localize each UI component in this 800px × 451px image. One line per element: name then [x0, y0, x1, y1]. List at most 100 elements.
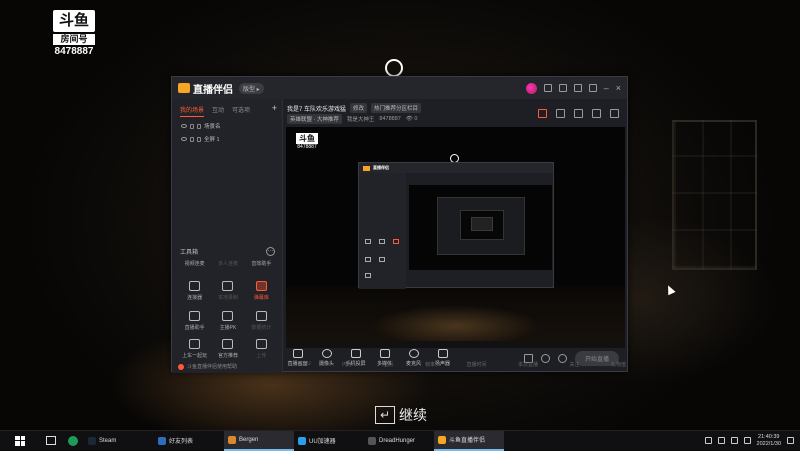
- taskbar-item-douyu[interactable]: 斗鱼直播伴侣: [434, 430, 504, 451]
- tray-volume-icon[interactable]: [743, 437, 751, 444]
- image-icon: [189, 281, 201, 291]
- scene-sidebar: 我的场景 互动 可选项 + 场景名 全屏 1 工具箱 ··· 视频连麦 多人连麦…: [172, 99, 283, 373]
- tool-label: 本地录制: [217, 295, 238, 301]
- bell-icon[interactable]: [592, 109, 601, 118]
- stream-status-bar: CPU 内存 上行 帧率 直播时间 本次直播 关注 礼物值: [300, 361, 626, 371]
- game-category[interactable]: 英雄联盟 · 大神推荐: [287, 114, 342, 124]
- tool-label: 上车一起玩: [182, 353, 208, 359]
- taskbar-item-friends[interactable]: 好友列表: [154, 431, 224, 451]
- close-icon[interactable]: ×: [616, 84, 621, 93]
- layout-icon[interactable]: [574, 109, 583, 118]
- taskbar-item-bergen[interactable]: Bergen: [224, 430, 294, 451]
- taskbar-item-dreadhunger[interactable]: DreadHunger: [364, 431, 434, 451]
- tool-video-link[interactable]: 视频连麦: [178, 260, 211, 267]
- tool-official[interactable]: 官方推荐: [211, 339, 244, 359]
- tool-label: 数据统计: [251, 325, 272, 331]
- download-icon: [255, 339, 267, 349]
- eye-icon[interactable]: [181, 124, 187, 128]
- continue-prompt[interactable]: ↵ 继续: [375, 405, 427, 425]
- source-item[interactable]: 全屏 1: [172, 130, 282, 143]
- tool-danmaku[interactable]: 弹幕库: [245, 281, 278, 301]
- clock[interactable]: 21:40:39 2022/1/30: [757, 434, 781, 448]
- download-icon: [222, 281, 234, 291]
- lock-icon[interactable]: [190, 123, 194, 129]
- preview-scene: [286, 286, 625, 348]
- windows-logo-icon: [15, 435, 25, 446]
- source-name: 场景名: [204, 124, 221, 130]
- viewer-count: 👁 0: [405, 116, 418, 122]
- gift-box-icon[interactable]: [538, 109, 547, 118]
- gift-icon[interactable]: [558, 84, 567, 92]
- stream-preview[interactable]: 斗鱼 8478887 直播伴侣: [286, 127, 625, 348]
- webcam-icon: [321, 349, 332, 358]
- nested-preview-inner: [460, 210, 504, 240]
- lock-icon[interactable]: [190, 136, 194, 142]
- tool-local-record[interactable]: 本地录制: [211, 281, 244, 301]
- tool-stats[interactable]: 数据统计: [245, 311, 278, 331]
- tool-row: 连接器 本地录制 弹幕库: [178, 281, 278, 301]
- tool-row: 直播助手 主播PK 数据统计: [178, 311, 278, 331]
- clock-date: 2022/1/30: [756, 440, 781, 447]
- streamer-name: 我是大神王: [346, 117, 375, 123]
- steam-icon: [88, 436, 96, 445]
- notification-icon[interactable]: [787, 437, 794, 444]
- tab-interact[interactable]: 互动: [212, 105, 224, 117]
- eye-icon[interactable]: [181, 137, 187, 141]
- tray-network-icon[interactable]: [730, 437, 738, 444]
- speaker-icon: [437, 349, 448, 358]
- share-icon[interactable]: [610, 109, 619, 118]
- status-live-time: 直播时间: [466, 362, 487, 368]
- status-follow: 关注: [569, 362, 580, 368]
- minimize-icon[interactable]: –: [604, 84, 609, 93]
- microphone-icon: [408, 349, 419, 358]
- status-cpu: CPU: [300, 361, 311, 367]
- phone-icon: [350, 349, 361, 358]
- streaming-app-window[interactable]: 直播伴侣 版型 ▸ – × 我的场景 互动 可选项 + 场景名 全屏 1 工具箱…: [171, 76, 628, 373]
- tool-upload[interactable]: 上传: [245, 339, 278, 359]
- tool-multi-link[interactable]: 多人连麦: [211, 260, 244, 267]
- tray-app-icon[interactable]: [717, 437, 725, 444]
- app-titlebar[interactable]: 直播伴侣 版型 ▸ – ×: [172, 77, 627, 99]
- tool-label: 官方推荐: [217, 353, 238, 359]
- room-number: 8478887: [379, 116, 401, 122]
- help-link[interactable]: 斗鱼直播伴侣使用帮助: [178, 363, 237, 370]
- pinned-app-button[interactable]: [62, 435, 84, 446]
- task-view-button[interactable]: [40, 436, 62, 445]
- status-fps: 帧率: [425, 362, 436, 368]
- category-pill[interactable]: 热门推荐分区栏目: [371, 103, 422, 113]
- more-tools-icon[interactable]: ···: [266, 247, 275, 256]
- scissors-icon: [222, 339, 234, 349]
- nested-sidebar: [359, 173, 406, 289]
- taskbar-item-steam[interactable]: Steam: [84, 431, 154, 451]
- source-item[interactable]: 场景名: [172, 117, 282, 130]
- room-id: 8478887: [54, 46, 94, 57]
- car-icon: [189, 339, 201, 349]
- version-badge[interactable]: 版型 ▸: [239, 82, 264, 94]
- edit-title-button[interactable]: 修改: [350, 103, 368, 113]
- notify-icon[interactable]: [573, 84, 582, 92]
- tab-options[interactable]: 可选项: [232, 105, 250, 117]
- tool-sound-helper[interactable]: 音效助手: [245, 260, 278, 267]
- user-avatar[interactable]: [525, 82, 537, 94]
- start-button[interactable]: [0, 435, 40, 446]
- douyu-fish-icon: [178, 83, 190, 93]
- tool-pk[interactable]: 主播PK: [211, 311, 244, 331]
- lock-icon[interactable]: [556, 109, 565, 118]
- windows-taskbar: Steam 好友列表 Bergen UU加速器 DreadHunger 斗鱼直播…: [0, 430, 800, 451]
- help-text: 斗鱼直播伴侣使用帮助: [187, 364, 238, 370]
- message-icon[interactable]: [543, 84, 552, 92]
- tray-chat-icon[interactable]: [704, 437, 712, 444]
- add-scene-button[interactable]: +: [272, 104, 277, 117]
- app-circle-icon: [68, 435, 78, 446]
- room-title: 我是7 车队欢乐游戏猛: [287, 106, 347, 113]
- tool-connector[interactable]: 连接器: [178, 281, 211, 301]
- app-name: 直播伴侣: [193, 84, 233, 96]
- tool-carpool[interactable]: 上车一起玩: [178, 339, 211, 359]
- tab-my-scene[interactable]: 我的场景: [180, 105, 205, 117]
- taskbar-item-uu[interactable]: UU加速器: [294, 431, 364, 451]
- tool-live-helper[interactable]: 直播助手: [178, 311, 211, 331]
- menu-icon[interactable]: [588, 84, 597, 92]
- tool-label: 上传: [256, 353, 267, 359]
- monitor-icon: [292, 349, 303, 358]
- fullscreen-source-icon: [197, 136, 201, 142]
